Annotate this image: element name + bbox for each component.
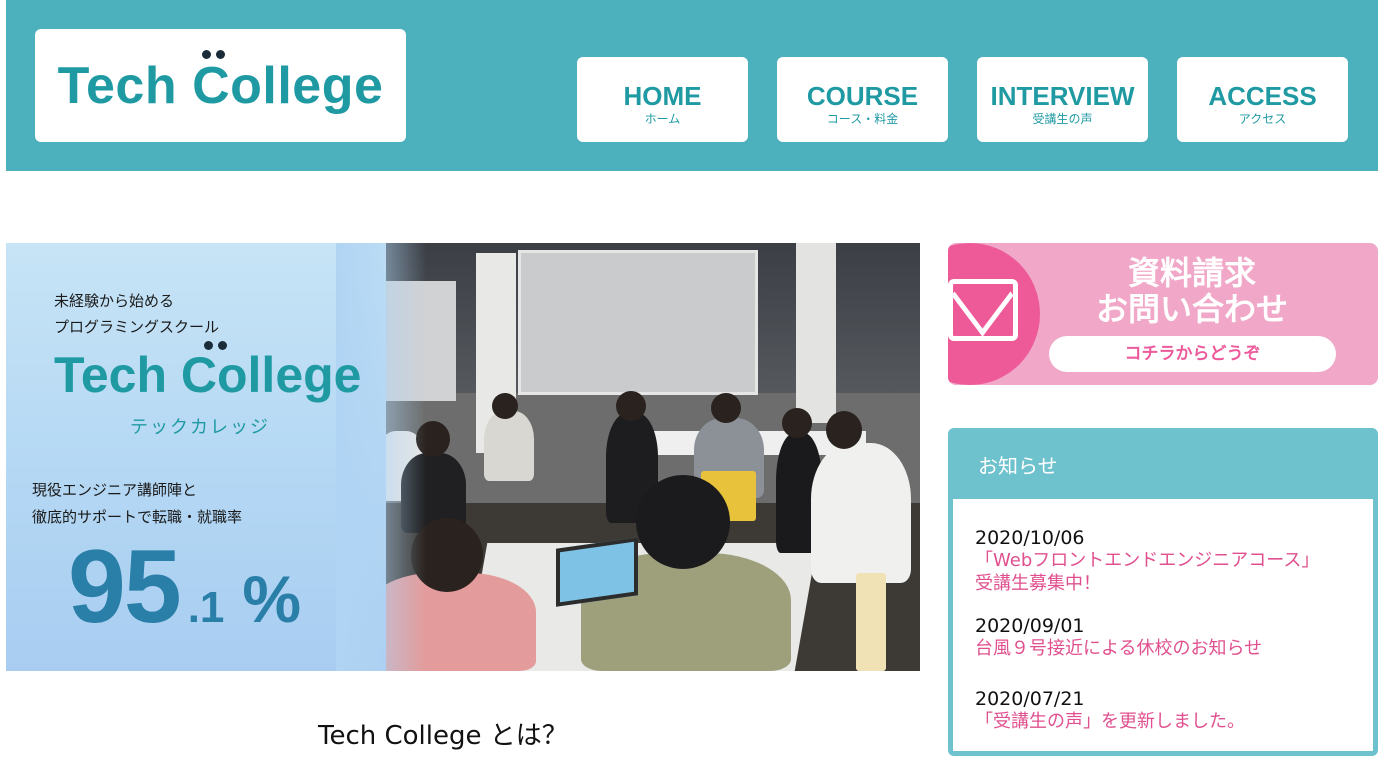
nav-access-label: ACCESS — [1208, 80, 1317, 111]
hero-logo: Tech College — [54, 341, 361, 404]
main-nav: HOME ホーム COURSE コース・料金 INTERVIEW 受講生の声 A… — [577, 57, 1348, 142]
hero-tagline: 未経験から始める プログラミングスクール — [54, 292, 220, 336]
employment-rate: 95.1% — [68, 535, 301, 639]
student — [811, 443, 911, 583]
nav-home-sublabel: ホーム — [644, 111, 681, 126]
nav-course-button[interactable]: COURSE コース・料金 — [777, 57, 948, 142]
cta-title: 資料請求 お問い合わせ — [1095, 254, 1288, 328]
news-panel: お知らせ 2020/10/06 「Webフロントエンドエンジニアコース」 受講生… — [948, 428, 1378, 756]
hero-banner: 未経験から始める プログラミングスクール Tech College テックカレッ… — [6, 243, 920, 671]
request-info-banner[interactable]: 資料請求 お問い合わせ コチラからどうぞ — [948, 243, 1378, 385]
site-header: Tech College HOME ホーム COURSE コース・料金 INTE… — [6, 0, 1378, 171]
cta-button[interactable]: コチラからどうぞ — [1049, 336, 1336, 372]
hero-logo-kana: テックカレッジ — [130, 417, 270, 438]
news-item: 2020/10/06 「Webフロントエンドエンジニアコース」 受講生募集中！ — [975, 527, 1373, 595]
rate-decimal: .1 — [187, 583, 225, 632]
laptop — [556, 537, 638, 607]
news-link[interactable]: 台風９号接近による休校のお知らせ — [975, 637, 1373, 660]
nav-access-sublabel: アクセス — [1238, 111, 1287, 126]
site-logo[interactable]: Tech College — [35, 29, 406, 142]
nav-course-sublabel: コース・料金 — [826, 111, 899, 126]
news-heading: お知らせ — [953, 433, 1373, 499]
hero-support-text: 現役エンジニア講師陣と 徹底的サポートで転職・就職率 — [32, 481, 243, 526]
rate-integer: 95 — [68, 529, 182, 645]
news-link[interactable]: 「Webフロントエンドエンジニアコース」 受講生募集中！ — [975, 549, 1373, 595]
news-item: 2020/07/21 「受講生の声」を更新しました。 — [975, 688, 1373, 733]
nav-interview-sublabel: 受講生の声 — [1032, 111, 1093, 126]
nav-course-label: COURSE — [806, 80, 919, 111]
news-date: 2020/07/21 — [975, 688, 1085, 710]
news-date: 2020/09/01 — [975, 615, 1085, 637]
nav-home-label: HOME — [623, 80, 702, 111]
news-date: 2020/10/06 — [975, 527, 1085, 549]
envelope-icon — [948, 279, 1018, 341]
student — [484, 411, 534, 481]
nav-access-button[interactable]: ACCESS アクセス — [1177, 57, 1348, 142]
logo-eyes-icon — [201, 49, 225, 59]
about-heading: Tech College とは？ — [318, 721, 568, 751]
logo-text: Tech College — [57, 56, 384, 115]
logo-eyes-icon — [204, 341, 227, 350]
projector-screen — [518, 250, 758, 395]
news-list: 2020/10/06 「Webフロントエンドエンジニアコース」 受講生募集中！ … — [953, 499, 1373, 733]
rate-unit: % — [242, 562, 302, 636]
nav-interview-button[interactable]: INTERVIEW 受講生の声 — [977, 57, 1148, 142]
nav-interview-label: INTERVIEW — [990, 80, 1135, 111]
news-item: 2020/09/01 台風９号接近による休校のお知らせ — [975, 615, 1373, 660]
nav-home-button[interactable]: HOME ホーム — [577, 57, 748, 142]
news-link[interactable]: 「受講生の声」を更新しました。 — [975, 710, 1373, 733]
